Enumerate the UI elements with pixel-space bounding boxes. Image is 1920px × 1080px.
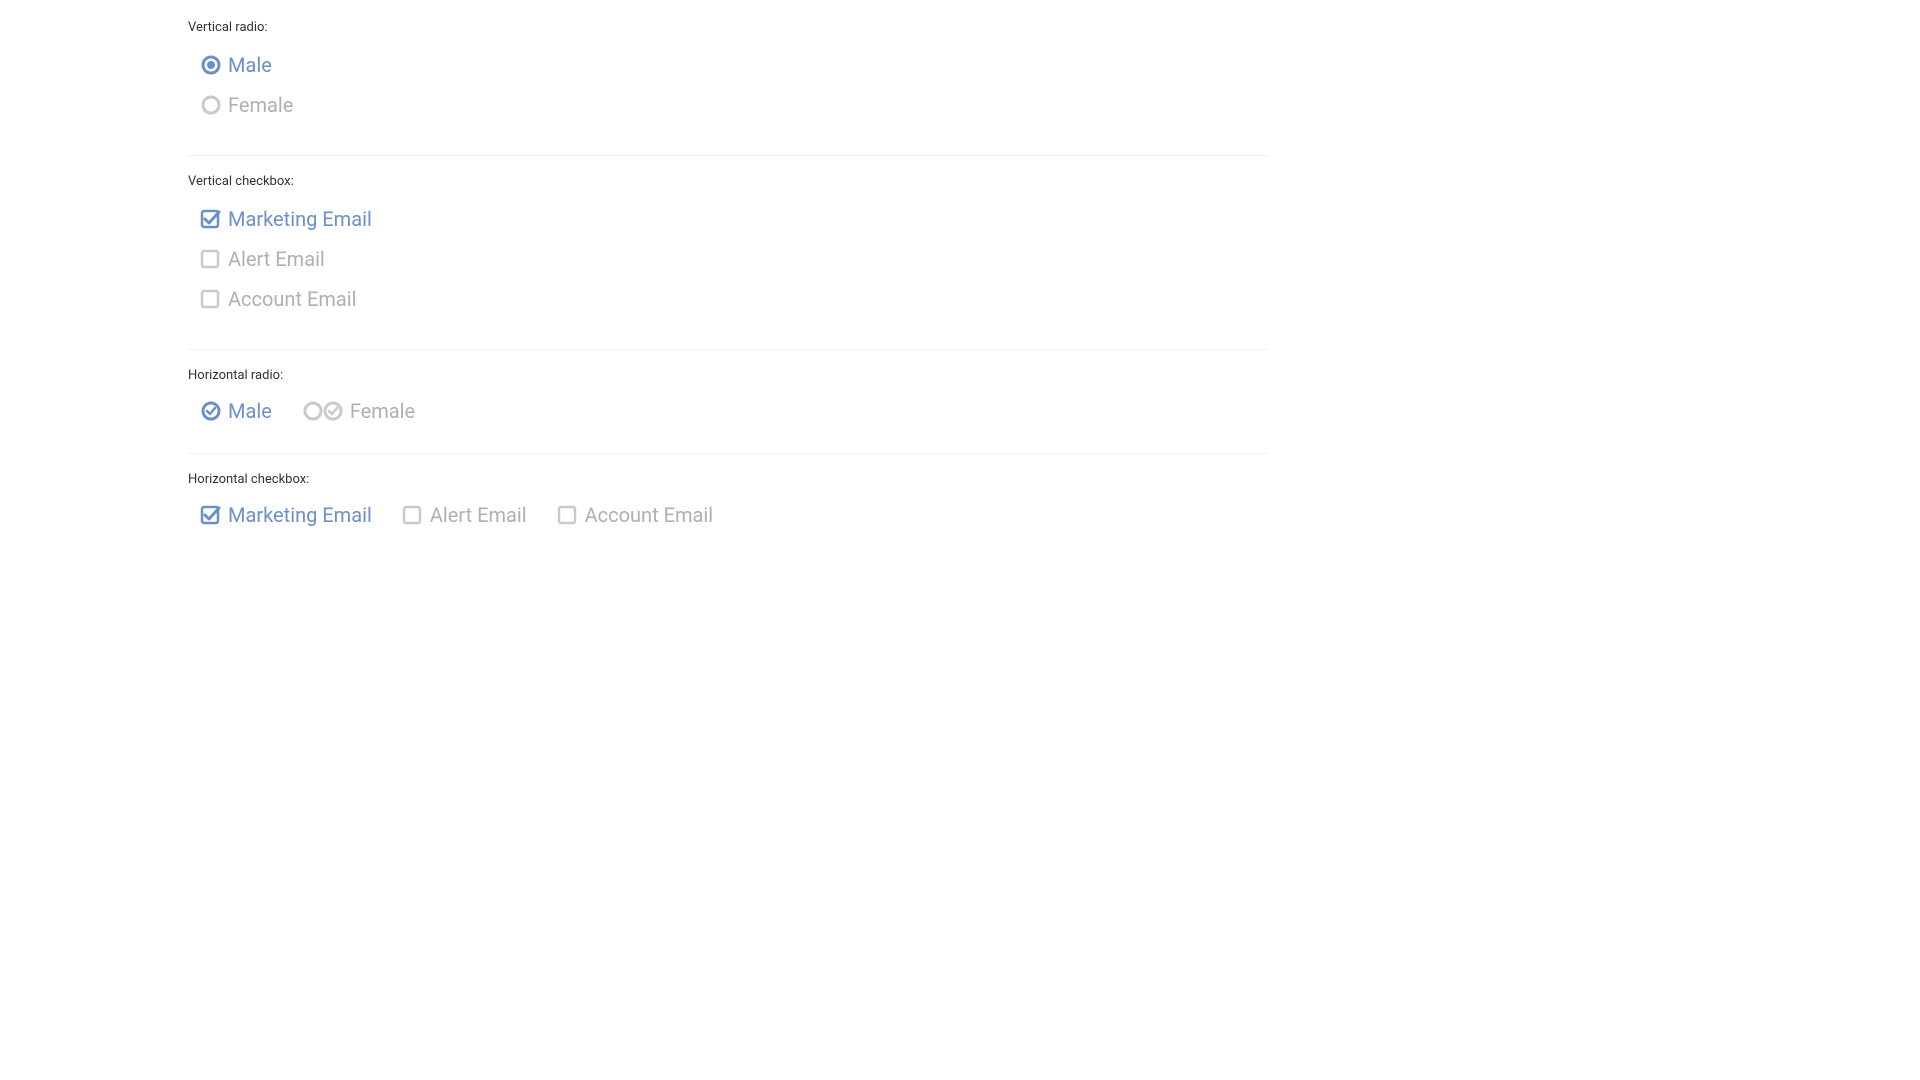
radio-dot-selected-icon [200,54,222,76]
radio-circle-icon [200,94,222,116]
radio-check-icon [322,400,344,422]
radio-option-male[interactable]: Male [200,53,1268,77]
radio-option-female[interactable]: Female [200,93,1268,117]
checkbox-option-alert-email[interactable]: Alert Email [200,247,1268,271]
checkbox-option-label: Marketing Email [228,503,372,527]
checkbox-option-label: Account Email [228,287,356,311]
radio-circle-icon [302,400,324,422]
vertical-radio-group: Male Female [188,45,1268,125]
checkbox-empty-icon [200,248,222,270]
vertical-checkbox-label: Vertical checkbox: [188,174,1268,189]
checkbox-empty-icon [557,504,579,526]
horizontal-checkbox-group: Marketing Email Alert Email Account Emai… [188,497,1268,527]
checkbox-option-label: Account Email [585,503,713,527]
checkbox-option-account-email[interactable]: Account Email [557,503,713,527]
form-demo-container: Vertical radio: Male Female [188,20,1268,557]
checkbox-option-marketing-email[interactable]: Marketing Email [200,503,372,527]
checkbox-option-label: Marketing Email [228,207,372,231]
horizontal-checkbox-label: Horizontal checkbox: [188,472,1268,487]
radio-option-label: Male [228,399,272,423]
vertical-checkbox-group: Marketing Email Alert Email Account Emai… [188,199,1268,319]
checkbox-option-label: Alert Email [430,503,527,527]
radio-option-female[interactable]: Female [302,399,415,423]
radio-check-selected-icon [200,400,222,422]
vertical-radio-section: Vertical radio: Male Female [188,20,1268,156]
horizontal-radio-label: Horizontal radio: [188,368,1268,383]
vertical-radio-label: Vertical radio: [188,20,1268,35]
radio-option-label: Female [228,93,293,117]
radio-option-label: Female [350,399,415,423]
checkbox-option-label: Alert Email [228,247,325,271]
horizontal-checkbox-section: Horizontal checkbox: Marketing Email [188,472,1268,557]
radio-option-label: Male [228,53,272,77]
radio-option-male[interactable]: Male [200,399,272,423]
horizontal-radio-group: Male Female [188,393,1268,423]
checkbox-checked-icon [200,504,222,526]
checkbox-empty-icon [200,288,222,310]
horizontal-radio-section: Horizontal radio: Male [188,368,1268,454]
vertical-checkbox-section: Vertical checkbox: Marketing Email Al [188,174,1268,350]
checkbox-option-marketing-email[interactable]: Marketing Email [200,207,1268,231]
checkbox-checked-icon [200,208,222,230]
checkbox-option-alert-email[interactable]: Alert Email [402,503,527,527]
checkbox-empty-icon [402,504,424,526]
checkbox-option-account-email[interactable]: Account Email [200,287,1268,311]
